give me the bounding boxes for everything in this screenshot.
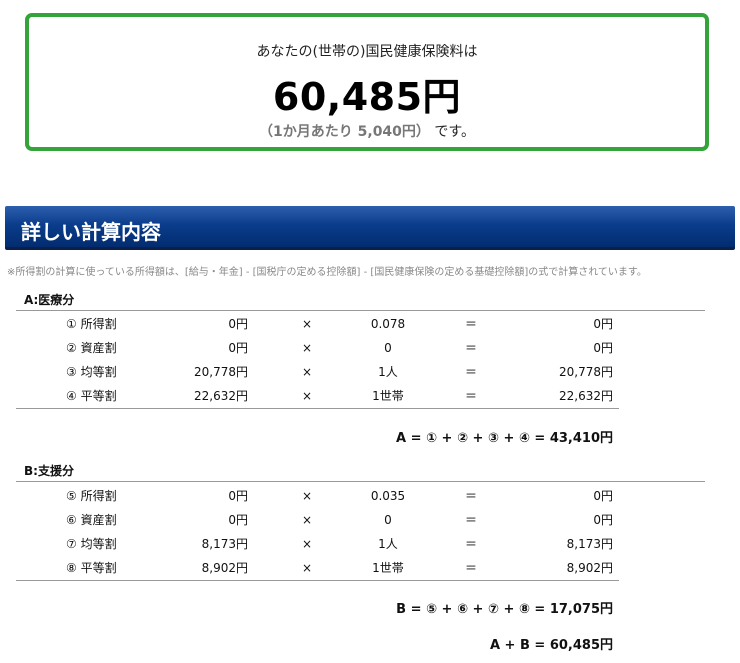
row-rate: 1人 [378, 537, 398, 551]
row-name: ① 所得割 [66, 317, 117, 331]
equals-sign: ＝ [465, 365, 478, 379]
equals-sign: ＝ [465, 513, 478, 527]
row-result: 0円 [593, 513, 613, 527]
row-rate: 0.035 [370, 489, 406, 503]
row-result: 22,632円 [559, 389, 613, 403]
times-sign: × [302, 389, 313, 403]
row-name: ③ 均等割 [66, 365, 117, 379]
income-calculation-note: ※所得割の計算に使っている所得額は、[給与・年金] - [国税庁の定める控除額]… [7, 267, 647, 278]
section-a-top-rule [16, 310, 705, 311]
section-b-top-rule [16, 481, 705, 482]
equals-sign: ＝ [465, 561, 478, 575]
result-box: あなたの(世帯の)国民健康保険料は 60,485円 （1か月あたり 5,040円… [25, 13, 709, 151]
row-name: ④ 平等割 [66, 389, 117, 403]
section-a-label: A:医療分 [24, 293, 75, 307]
equals-sign: ＝ [465, 489, 478, 503]
times-sign: × [302, 341, 313, 355]
row-result: 8,902円 [566, 561, 613, 575]
section-a-total: A = ① + ② + ③ + ④ = 43,410円 [396, 431, 613, 446]
annual-premium-amount: 60,485円 [272, 75, 462, 119]
row-rate: 1世帯 [372, 389, 404, 403]
row-name: ⑦ 均等割 [66, 537, 117, 551]
row-result: 0円 [593, 489, 613, 503]
times-sign: × [302, 365, 313, 379]
times-sign: × [302, 537, 313, 551]
row-base: 20,778円 [194, 365, 248, 379]
row-name: ⑧ 平等割 [66, 561, 117, 575]
times-sign: × [302, 489, 313, 503]
times-sign: × [302, 561, 313, 575]
monthly-premium-line: （1か月あたり 5,040円） です。 [29, 121, 705, 141]
row-rate: 1世帯 [372, 561, 404, 575]
row-result: 0円 [593, 341, 613, 355]
row-base: 8,173円 [201, 537, 248, 551]
row-result: 20,778円 [559, 365, 613, 379]
row-rate: 1人 [378, 365, 398, 379]
row-result: 0円 [593, 317, 613, 331]
equals-sign: ＝ [465, 537, 478, 551]
row-base: 0円 [228, 341, 248, 355]
row-name: ② 資産割 [66, 341, 117, 355]
monthly-premium-amount: （1か月あたり 5,040円） [259, 124, 430, 140]
times-sign: × [302, 317, 313, 331]
times-sign: × [302, 513, 313, 527]
row-result: 8,173円 [566, 537, 613, 551]
row-base: 0円 [228, 489, 248, 503]
row-name: ⑥ 資産割 [66, 513, 117, 527]
row-rate: 0 [384, 341, 392, 355]
equals-sign: ＝ [465, 317, 478, 331]
section-a-bottom-rule [16, 408, 619, 409]
row-rate: 0 [384, 513, 392, 527]
row-base: 0円 [228, 317, 248, 331]
row-base: 8,902円 [201, 561, 248, 575]
section-b-label: B:支援分 [24, 464, 74, 478]
grand-total: A + B = 60,485円 [489, 638, 613, 653]
result-intro: あなたの(世帯の)国民健康保険料は [256, 44, 478, 60]
row-rate: 0.078 [370, 317, 406, 331]
row-base: 0円 [228, 513, 248, 527]
monthly-premium-suffix: です。 [434, 124, 475, 140]
details-heading: 詳しい計算内容 [5, 206, 735, 250]
equals-sign: ＝ [465, 389, 478, 403]
row-name: ⑤ 所得割 [66, 489, 117, 503]
section-b-bottom-rule [16, 580, 619, 581]
row-base: 22,632円 [194, 389, 248, 403]
equals-sign: ＝ [465, 341, 478, 355]
section-b-total: B = ⑤ + ⑥ + ⑦ + ⑧ = 17,075円 [396, 602, 613, 617]
